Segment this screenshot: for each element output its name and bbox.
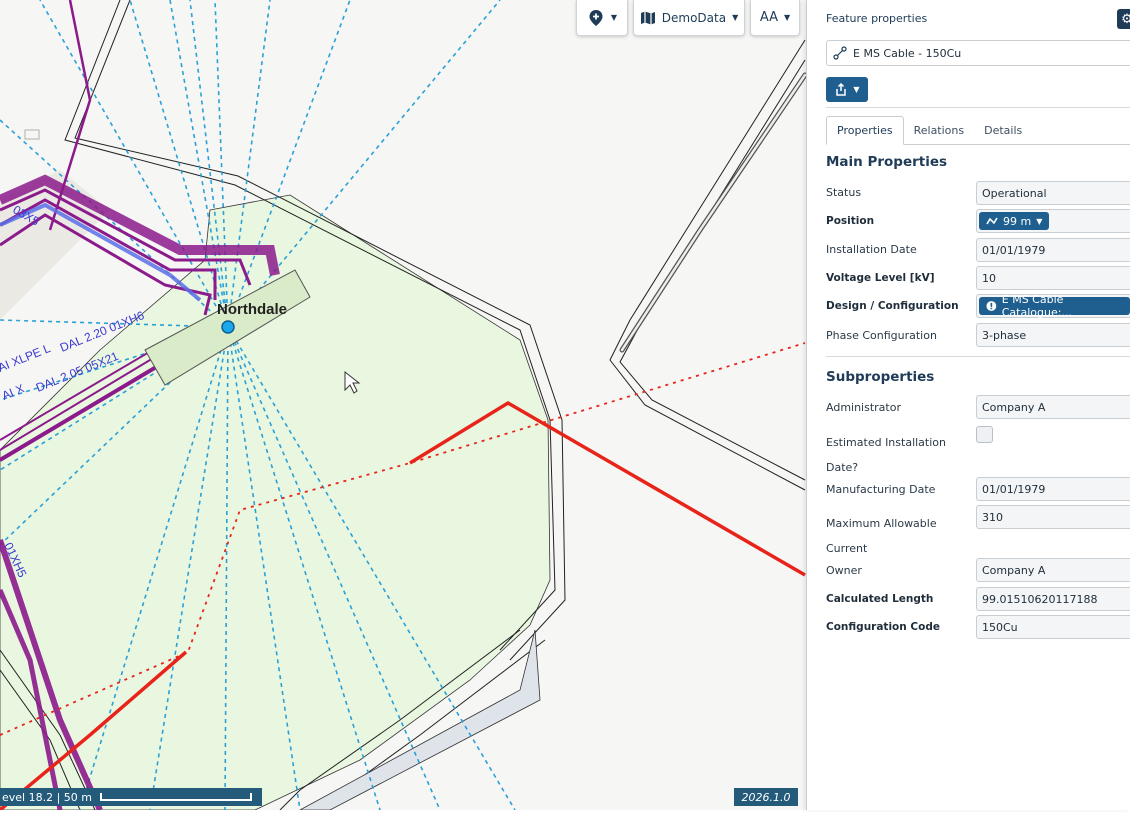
administrator-field[interactable]: Company A [976, 395, 1130, 419]
prop-label-calculated-length: Calculated Length [826, 593, 934, 605]
section-heading-sub: Subproperties [826, 369, 935, 385]
version-badge: 2026.1.0 [734, 788, 798, 806]
configuration-code-field[interactable]: 150Cu [976, 615, 1130, 639]
tab-relations[interactable]: Relations [904, 116, 975, 145]
chevron-down-icon: ▼ [610, 13, 618, 22]
map-icon [640, 11, 655, 24]
estimated-installation-checkbox[interactable] [976, 426, 993, 443]
panel-title: Feature properties [826, 12, 928, 25]
calculated-length-field[interactable]: 99.01510620117188 [976, 587, 1130, 611]
basemap-button[interactable]: DemoData ▼ [633, 0, 745, 36]
cable-icon [833, 46, 847, 60]
info-icon [986, 301, 997, 311]
prop-label-position: Position [826, 215, 875, 227]
design-configuration-value: E MS Cable Catalogue:... [1001, 293, 1072, 319]
location-plus-icon [589, 9, 603, 26]
prop-label-status: Status [826, 186, 862, 199]
share-button[interactable]: ▼ [826, 77, 868, 102]
add-location-button[interactable]: ▼ [576, 0, 628, 36]
basemap-label: DemoData [661, 10, 727, 25]
prop-label-manufacturing-date: Manufacturing Date [826, 483, 936, 496]
settings-button[interactable]: ⚙ [1117, 9, 1130, 29]
divider [826, 107, 1130, 108]
prop-label-owner: Owner [826, 564, 862, 577]
scale-bar-line [100, 793, 252, 801]
tab-details[interactable]: Details [974, 116, 1032, 145]
design-configuration-chip[interactable]: E MS Cable Catalogue:... [979, 293, 1130, 319]
position-chip[interactable]: 99 m ▼ [979, 212, 1050, 230]
scale-text: evel 18.2 | 50 m [2, 790, 92, 804]
max-allowable-current-field[interactable]: 310 [976, 505, 1130, 529]
phase-configuration-field[interactable]: 3-phase [976, 323, 1130, 347]
prop-label-estimated-installation-date: Estimated Installation Date? [826, 436, 946, 474]
tab-properties[interactable]: Properties [826, 116, 904, 145]
map-place-label: Northdale [217, 301, 287, 318]
chevron-down-icon: ▼ [853, 85, 860, 94]
feature-properties-panel: Feature properties ⚙ E MS Cable - 150Cu … [806, 0, 1130, 810]
feature-selector[interactable]: E MS Cable - 150Cu [826, 40, 1130, 66]
text-size-button[interactable]: AA ▼ [750, 0, 800, 36]
owner-field[interactable]: Company A [976, 558, 1130, 582]
node-marker [221, 320, 235, 334]
voltage-level-field[interactable]: 10 [976, 266, 1130, 290]
prop-label-max-allowable-current: Maximum Allowable Current [826, 517, 937, 555]
divider [826, 356, 1130, 357]
section-heading-main: Main Properties [826, 154, 948, 170]
prop-label-design-configuration: Design / Configuration [826, 300, 959, 312]
prop-label-administrator: Administrator [826, 401, 901, 414]
status-field[interactable]: Operational [976, 181, 1130, 205]
scale-bar: evel 18.2 | 50 m [0, 788, 262, 806]
gear-icon: ⚙ [1121, 12, 1130, 27]
feature-name: E MS Cable - 150Cu [853, 46, 962, 60]
prop-label-installation-date: Installation Date [826, 243, 917, 256]
manufacturing-date-field[interactable]: 01/01/1979 [976, 477, 1130, 501]
position-value: 99 m [1003, 214, 1032, 228]
share-icon [836, 82, 847, 96]
text-size-icon: AA [759, 10, 778, 25]
prop-label-configuration-code: Configuration Code [826, 621, 940, 633]
prop-label-phase-configuration: Phase Configuration [826, 329, 937, 342]
chevron-down-icon: ▼ [784, 13, 791, 22]
chevron-down-icon: ▼ [732, 13, 739, 22]
tab-bar: Properties Relations Details [826, 116, 1130, 145]
chevron-down-icon: ▼ [1036, 216, 1043, 226]
line-segment-icon [986, 217, 998, 225]
prop-label-voltage-level: Voltage Level [kV] [826, 272, 935, 284]
installation-date-field[interactable]: 01/01/1979 [976, 238, 1130, 262]
